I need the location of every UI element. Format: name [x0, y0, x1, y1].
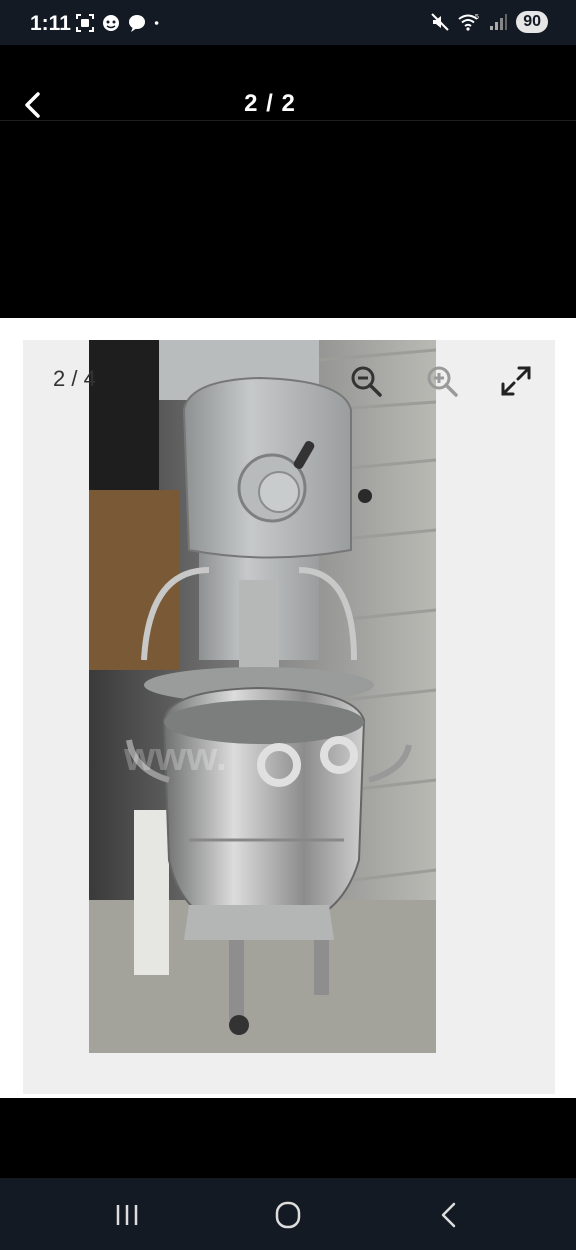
- chat-icon: [129, 15, 145, 32]
- screenshot-icon: [76, 14, 94, 32]
- page-title: 2 / 2: [244, 90, 296, 117]
- mute-icon: [431, 13, 449, 31]
- recents-button[interactable]: [110, 1198, 146, 1232]
- status-time: 1:11: [30, 12, 71, 35]
- product-photo: www.: [89, 340, 436, 1053]
- watermark-text: www.: [123, 735, 227, 779]
- zoom-in-icon[interactable]: [425, 364, 459, 398]
- zoom-out-icon[interactable]: [349, 364, 383, 398]
- image-counter: 2 / 4: [53, 366, 96, 391]
- system-back-button[interactable]: [432, 1198, 468, 1232]
- home-button[interactable]: [270, 1198, 306, 1232]
- image-viewer[interactable]: www. 2 / 4: [23, 340, 555, 1094]
- system-nav-bar: [0, 1178, 576, 1250]
- media-area: www. 2 / 4: [0, 318, 576, 1098]
- screen: 1:11 5 90 2 / 2 www. 2 / 4: [0, 0, 576, 1250]
- signal-icon: [490, 14, 508, 30]
- svg-text:5: 5: [475, 14, 479, 21]
- status-left-icons: [75, 13, 165, 33]
- viewer-header: 2 / 2: [0, 45, 576, 121]
- status-bar: 1:11 5 90: [0, 0, 576, 45]
- wifi-icon: 5: [458, 14, 479, 31]
- status-right-icons: 5 90: [430, 11, 548, 33]
- battery-indicator: 90: [516, 11, 548, 33]
- fullscreen-icon[interactable]: [499, 364, 533, 398]
- face-icon: [103, 15, 119, 31]
- dot-icon: [154, 21, 159, 25]
